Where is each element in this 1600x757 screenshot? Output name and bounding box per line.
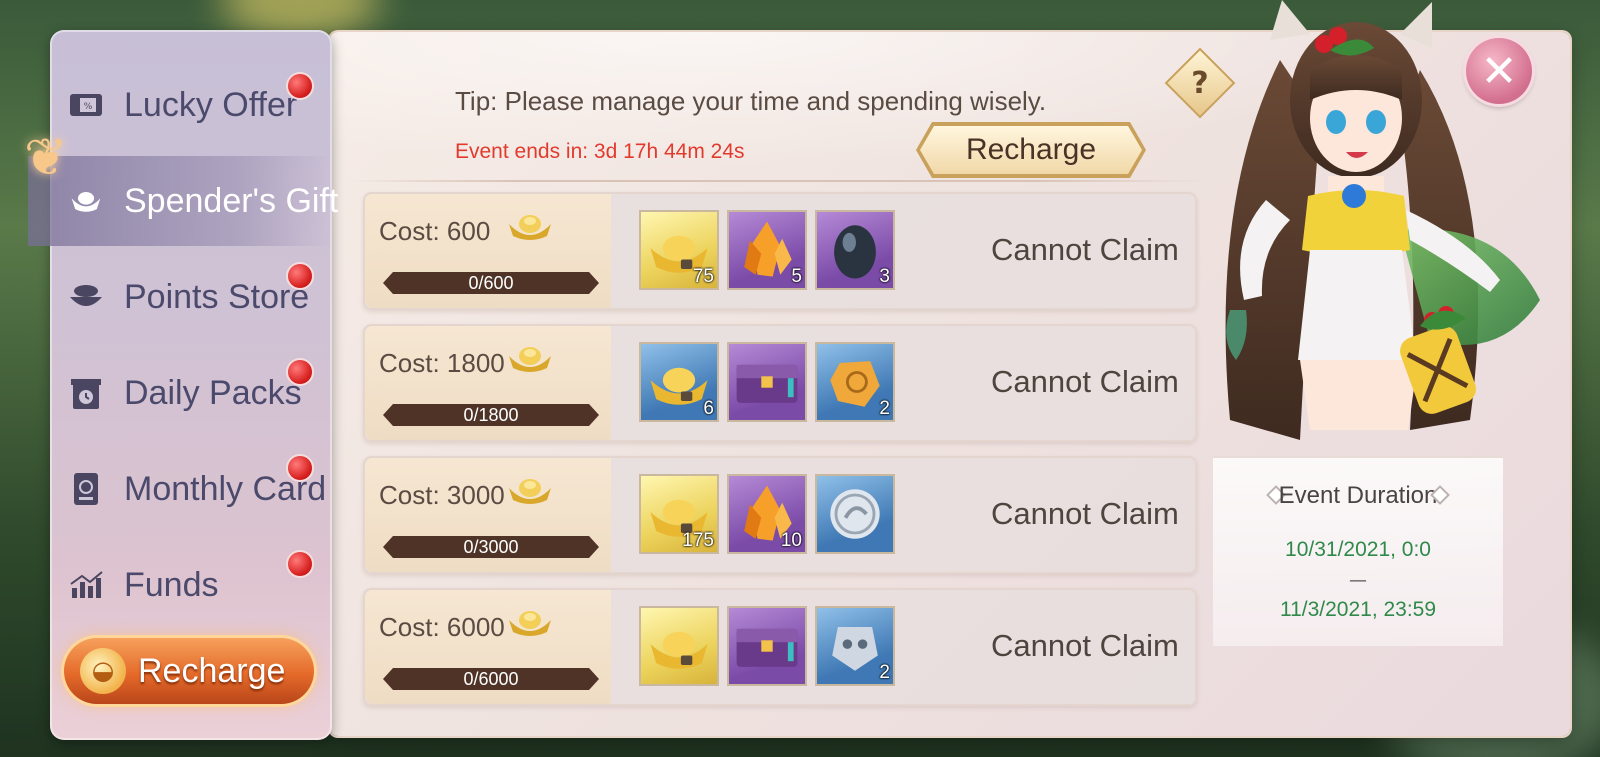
- sidebar-item-lucky-offer[interactable]: % Lucky Offer: [50, 60, 332, 150]
- cost-label: Cost: 3000: [379, 480, 505, 510]
- reward-item-amber-stone[interactable]: 2: [815, 342, 895, 422]
- sidebar: % Lucky Offer Spender's Gift Points Stor…: [28, 30, 338, 740]
- cost-box: Cost: 3000 0/3000: [365, 458, 611, 572]
- reward-item-quantity: 2: [879, 662, 890, 683]
- ingot-icon: ◒: [80, 648, 126, 694]
- sidebar-recharge-button[interactable]: ◒ Recharge: [64, 638, 314, 704]
- sidebar-item-daily-packs[interactable]: Daily Packs: [50, 348, 332, 438]
- cost-box: Cost: 6000 0/6000: [365, 590, 611, 704]
- chart-icon: [68, 567, 104, 603]
- card-icon: [68, 471, 104, 507]
- progress-label: 0/600: [468, 272, 514, 293]
- reward-item-silver-coin[interactable]: [815, 474, 895, 554]
- tip-text: Tip: Please manage your time and spendin…: [455, 86, 1047, 116]
- reward-item-gold-ingot[interactable]: [639, 606, 719, 686]
- ingot-icon: [68, 183, 104, 219]
- ticket-icon: %: [68, 87, 104, 123]
- gift-clock-icon: [68, 375, 104, 411]
- sidebar-item-label: Daily Packs: [124, 373, 302, 412]
- notification-badge: [288, 360, 312, 384]
- progress-label: 0/6000: [463, 668, 519, 689]
- claim-status: Cannot Claim: [991, 364, 1179, 399]
- progress-bar: 0/6000: [383, 668, 599, 690]
- sidebar-item-label: Points Store: [124, 277, 310, 316]
- reward-item-dark-egg[interactable]: 3: [815, 210, 895, 290]
- progress-label: 0/3000: [463, 536, 519, 557]
- cost-label: Cost: 6000: [379, 612, 505, 642]
- reward-item-quantity: 5: [791, 266, 802, 287]
- bowl-icon: [68, 279, 104, 315]
- reward-row: Cost: 1800 0/1800 6 2 Cannot Claim: [363, 324, 1197, 442]
- sidebar-item-points-store[interactable]: Points Store: [50, 252, 332, 342]
- claim-status: Cannot Claim: [991, 232, 1179, 267]
- reward-row: Cost: 3000 0/3000 175 10 Cannot Claim: [363, 456, 1197, 574]
- notification-badge: [288, 74, 312, 98]
- svg-text:%: %: [84, 102, 93, 112]
- reward-item-gold-ingot[interactable]: 175: [639, 474, 719, 554]
- notification-badge: [288, 456, 312, 480]
- reward-item-quantity: 6: [703, 398, 714, 419]
- recharge-button-label: Recharge: [965, 133, 1097, 166]
- event-duration-title: Event Duration: [1278, 482, 1438, 509]
- sidebar-item-label: Spender's Gift: [124, 181, 339, 220]
- reward-item-gold-ingot[interactable]: 75: [639, 210, 719, 290]
- header-divider: [345, 180, 1205, 182]
- butterfly-icon: ❦: [24, 128, 68, 188]
- event-start-date: 10/31/2021, 0:0: [1285, 538, 1431, 561]
- reward-item-silver-mask[interactable]: 2: [815, 606, 895, 686]
- sidebar-item-spenders-gift[interactable]: Spender's Gift: [28, 156, 338, 246]
- date-separator: —: [1349, 570, 1367, 591]
- reward-item-quantity: 10: [780, 530, 802, 551]
- sidebar-item-label: Funds: [124, 565, 219, 604]
- notification-badge: [288, 552, 312, 576]
- sidebar-recharge-label: Recharge: [138, 651, 286, 690]
- reward-item-quantity: 2: [879, 398, 890, 419]
- sidebar-item-label: Lucky Offer: [124, 85, 298, 124]
- reward-item-orange-crystal[interactable]: 5: [727, 210, 807, 290]
- reward-row: Cost: 600 0/600 75 5 3 Cannot Claim: [363, 192, 1197, 310]
- reward-item-orange-crystal[interactable]: 10: [727, 474, 807, 554]
- reward-item-purple-chest[interactable]: [727, 342, 807, 422]
- reward-row: Cost: 6000 0/6000 2 Cannot Claim: [363, 588, 1197, 706]
- claim-status: Cannot Claim: [991, 628, 1179, 663]
- reward-item-quantity: 3: [879, 266, 890, 287]
- progress-label: 0/1800: [463, 404, 519, 425]
- close-icon: ✕: [1480, 45, 1518, 97]
- progress-bar: 0/1800: [383, 404, 599, 426]
- reward-item-gold-ingot-blue[interactable]: 6: [639, 342, 719, 422]
- event-end-date: 11/3/2021, 23:59: [1279, 598, 1437, 621]
- cost-label: Cost: 1800: [379, 348, 505, 378]
- sidebar-item-monthly-card[interactable]: Monthly Card: [50, 444, 332, 534]
- close-button[interactable]: ✕: [1466, 38, 1532, 104]
- notification-badge: [288, 264, 312, 288]
- claim-status: Cannot Claim: [991, 496, 1179, 531]
- progress-bar: 0/3000: [383, 536, 599, 558]
- event-duration-panel: Event Duration 10/31/2021, 0:0 — 11/3/20…: [1213, 456, 1503, 646]
- cost-label: Cost: 600: [379, 216, 491, 246]
- reward-item-quantity: 175: [682, 530, 714, 551]
- reward-item-quantity: 75: [692, 266, 714, 287]
- cost-box: Cost: 600 0/600: [365, 194, 611, 308]
- event-countdown: Event ends in: 3d 17h 44m 24s: [455, 140, 745, 163]
- cost-box: Cost: 1800 0/1800: [365, 326, 611, 440]
- progress-bar: 0/600: [383, 272, 599, 294]
- reward-item-purple-chest[interactable]: [727, 606, 807, 686]
- recharge-button[interactable]: Recharge: [920, 126, 1142, 174]
